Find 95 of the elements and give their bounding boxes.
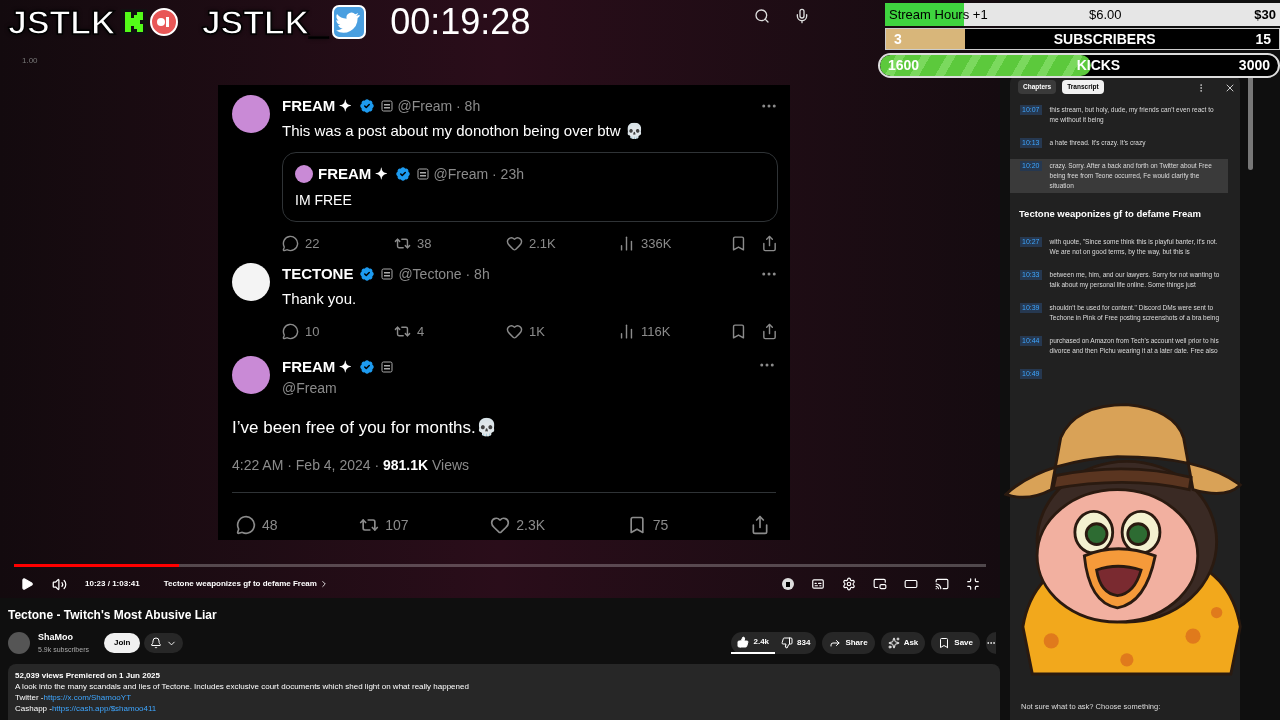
verified-badge-icon: [393, 165, 412, 184]
action-count: 1K: [529, 323, 545, 341]
like-icon[interactable]: [490, 515, 511, 535]
thumbs-down-icon: [781, 637, 794, 649]
save-icon: [938, 637, 951, 649]
time-display: 10:23 / 1:03:41: [85, 578, 140, 590]
join-button[interactable]: Join: [104, 633, 141, 653]
verified-badge-icon: [357, 97, 376, 116]
goal-count: 1600: [888, 56, 921, 75]
description-link[interactable]: https://x.com/ShamooYT: [43, 692, 132, 703]
reply-icon[interactable]: [282, 323, 299, 341]
speed-label: 1.00: [22, 56, 38, 65]
like-icon[interactable]: [506, 234, 523, 252]
kick-logo-icon: [119, 7, 178, 37]
chapter-heading: Tectone weaponizes gf to defame Fream: [1018, 207, 1202, 221]
views-icon[interactable]: [618, 234, 635, 252]
channel-avatar: [8, 632, 30, 654]
bell-icon: [150, 637, 163, 649]
thumbs-up-icon: [737, 636, 750, 648]
quoted-text: IM FREE: [295, 190, 353, 210]
affiliate-badge-icon: [380, 360, 393, 373]
logo-text: JSTLK: [8, 5, 116, 39]
bookmark-icon[interactable]: [730, 234, 747, 252]
avatar: [295, 165, 313, 184]
stream-timer: 00:19:28: [390, 4, 531, 40]
action-count: 107: [385, 515, 409, 535]
view-stats: 52,039 views Premiered on 1 Jun 2025: [15, 670, 161, 681]
volume-icon[interactable]: [52, 576, 67, 592]
logo-text: JSTLK_: [201, 5, 329, 39]
action-count: 336K: [641, 234, 672, 253]
author-handle: @Fream: [282, 379, 338, 398]
goal-target: $30: [1254, 5, 1276, 24]
theater-icon[interactable]: [904, 577, 918, 591]
mic-icon[interactable]: [794, 8, 810, 24]
goal-label: SUBSCRIBERS: [1052, 29, 1157, 49]
affiliate-badge-icon: [381, 268, 394, 281]
fullscreen-icon[interactable]: [966, 577, 980, 591]
goal-count: 3: [894, 29, 903, 49]
share-icon[interactable]: [761, 234, 778, 252]
description-text: A look into the many scandals and lies of Tectone. Includes exclusive court documents which shed light on what really happened: [15, 681, 470, 692]
chapter-button[interactable]: Tectone weaponizes gf to defame Fream: [163, 578, 329, 590]
affiliate-badge-icon: [416, 168, 429, 181]
verified-badge-icon: [357, 357, 376, 376]
action-count: 2.3K: [516, 515, 546, 535]
tweet-timestamp: 4:22 AM · Feb 4, 2024 · 981.1K Views: [232, 455, 471, 475]
verified-badge-icon: [358, 265, 377, 284]
link-label: Cashapp -: [15, 703, 52, 714]
action-count: 75: [652, 515, 669, 535]
like-icon[interactable]: [506, 323, 523, 341]
bird-logo-icon: [332, 5, 367, 39]
channel-name: ShaMoo: [38, 631, 74, 644]
author-handle: @Fream · 8h: [397, 96, 481, 116]
more-button[interactable]: [986, 632, 996, 654]
reply-icon[interactable]: [282, 234, 299, 252]
goal-target: 3000: [1238, 56, 1270, 75]
author-handle: @Fream · 23h: [433, 164, 524, 184]
dislike-button[interactable]: 834: [775, 632, 817, 654]
author-name: TECTONE: [282, 264, 354, 284]
action-count: 2.1K: [529, 234, 556, 253]
save-button[interactable]: Save: [931, 632, 980, 654]
share-button[interactable]: Share: [822, 632, 875, 654]
tweet-text: I’ve been free of you for months.💀: [232, 417, 498, 439]
affiliate-badge-icon: [380, 100, 393, 113]
author-name: FREAM ✦: [318, 164, 389, 184]
link-label: Twitter -: [15, 692, 44, 703]
share-icon: [829, 637, 842, 649]
tweet-text: Thank you.: [282, 288, 358, 309]
author-name: FREAM ✦: [282, 96, 353, 116]
author-handle: @Tectone · 8h: [398, 264, 490, 284]
goal-amount: $6.00: [1089, 5, 1123, 24]
search-icon[interactable]: [754, 8, 770, 24]
autoplay-toggle[interactable]: [782, 578, 794, 590]
share-icon[interactable]: [761, 323, 778, 341]
bookmark-icon[interactable]: [730, 323, 747, 341]
tweet-text: This was a post about my donothon being over btw 💀: [282, 120, 645, 141]
ask-button[interactable]: Ask: [880, 632, 926, 654]
action-count: 10: [305, 323, 320, 341]
video-title: Tectone - Twitch's Most Abusive Liar: [7, 607, 218, 624]
action-count: 22: [305, 234, 320, 253]
settings-icon[interactable]: [842, 577, 856, 591]
goal-target: 15: [1255, 29, 1271, 49]
action-count: 4: [417, 323, 425, 341]
like-button[interactable]: 2.4k: [731, 632, 776, 654]
action-count: 48: [262, 515, 278, 535]
captions-icon[interactable]: [811, 577, 825, 591]
cast-icon[interactable]: [935, 577, 949, 591]
close-icon[interactable]: [1224, 82, 1236, 94]
views-icon[interactable]: [618, 323, 635, 341]
action-count: 116K: [641, 323, 671, 341]
notification-button[interactable]: [144, 633, 184, 653]
reply-icon[interactable]: [236, 515, 256, 535]
action-count: 38: [417, 234, 432, 253]
author-name: FREAM ✦: [282, 356, 353, 377]
miniplayer-icon[interactable]: [873, 577, 887, 591]
play-icon[interactable]: [20, 577, 34, 591]
